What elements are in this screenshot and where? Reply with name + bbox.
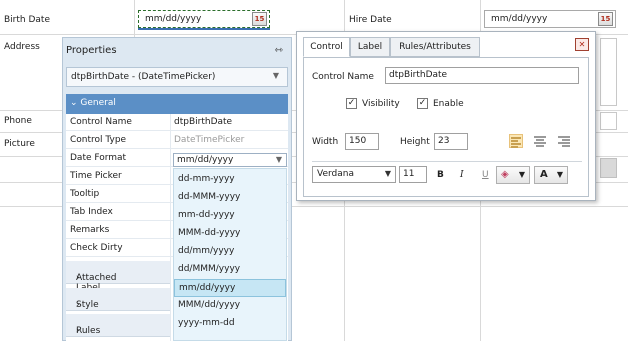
section-style[interactable]: › Style bbox=[66, 288, 170, 311]
address-label: Address bbox=[4, 42, 40, 52]
section-label: Rules bbox=[76, 326, 101, 336]
property-name: Tooltip bbox=[70, 189, 100, 199]
dropdown-option[interactable]: dd-mm-yyyy bbox=[174, 171, 286, 189]
properties-title: Properties bbox=[66, 45, 117, 56]
birth-date-value: mm/dd/yyyy bbox=[145, 14, 202, 24]
hire-date-value: mm/dd/yyyy bbox=[491, 14, 548, 24]
dropdown-option[interactable]: MMM/dd/yyyy bbox=[174, 297, 286, 315]
calendar-icon[interactable]: 15 bbox=[252, 12, 267, 26]
phone-field[interactable] bbox=[600, 112, 617, 130]
dropdown-option[interactable]: dd/MMM/yyyy bbox=[174, 261, 286, 279]
dropdown-option[interactable]: yyyy-mm-dd bbox=[174, 315, 286, 333]
width-value: 150 bbox=[349, 136, 367, 146]
birth-date-label: Birth Date bbox=[4, 15, 50, 25]
control-name-input[interactable]: dtpBirthDate bbox=[385, 67, 579, 84]
height-input[interactable]: 23 bbox=[434, 133, 468, 150]
general-group-header[interactable]: ⌄ General bbox=[66, 94, 288, 114]
chevron-down-icon: ▼ bbox=[275, 155, 282, 164]
control-settings-dialog: Control Label Rules/Attributes ✕ Control… bbox=[296, 31, 596, 201]
property-name: Time Picker bbox=[70, 171, 122, 181]
control-name-label: Control Name bbox=[312, 72, 374, 82]
section-attached-label[interactable]: › Attached Label bbox=[66, 261, 170, 293]
general-group-label: General bbox=[80, 98, 116, 108]
dropdown-option-selected[interactable]: mm/dd/yyyy bbox=[174, 279, 286, 297]
chevron-down-icon: ⌄ bbox=[70, 98, 78, 108]
bold-button[interactable]: B bbox=[437, 170, 444, 180]
birth-date-picker[interactable]: mm/dd/yyyy 15 bbox=[138, 10, 270, 28]
tab-control[interactable]: Control bbox=[303, 37, 350, 57]
property-name: Remarks bbox=[70, 225, 110, 235]
visibility-checkbox[interactable]: ✓ bbox=[346, 98, 357, 109]
hire-date-picker[interactable]: mm/dd/yyyy 15 bbox=[484, 10, 616, 28]
hire-date-label: Hire Date bbox=[349, 15, 392, 25]
control-name-value: dtpBirthDate bbox=[389, 70, 448, 80]
enable-label: Enable bbox=[433, 99, 464, 109]
tab-label[interactable]: Label bbox=[350, 37, 390, 57]
picture-label: Picture bbox=[4, 139, 35, 149]
enable-checkbox[interactable]: ✓ bbox=[417, 98, 428, 109]
fill-color-button[interactable]: ◈ ▼ bbox=[496, 166, 530, 184]
dropdown-option[interactable]: dd/mm/yyyy bbox=[174, 243, 286, 261]
section-rules[interactable]: › Rules bbox=[66, 314, 170, 337]
property-name: Check Dirty bbox=[70, 243, 123, 253]
font-color-icon: A bbox=[540, 169, 548, 180]
pin-icon[interactable]: ⇿ bbox=[275, 45, 283, 56]
property-name: Date Format bbox=[70, 153, 127, 163]
property-value: dtpBirthDate bbox=[174, 117, 233, 127]
dropdown-option[interactable]: mm-dd-yyyy bbox=[174, 207, 286, 225]
control-selector-value: dtpBirthDate - (DateTimePicker) bbox=[71, 72, 216, 82]
height-label: Height bbox=[400, 137, 430, 147]
align-right-icon[interactable] bbox=[557, 134, 571, 148]
property-name: Control Type bbox=[70, 135, 127, 145]
property-value: DateTimePicker bbox=[174, 135, 245, 145]
properties-header: Properties ⇿ bbox=[63, 38, 291, 63]
control-selector[interactable]: dtpBirthDate - (DateTimePicker) ▼ bbox=[66, 67, 288, 87]
date-format-value: mm/dd/yyyy bbox=[177, 155, 234, 165]
align-center-icon[interactable] bbox=[533, 134, 547, 148]
tab-rules-attributes[interactable]: Rules/Attributes bbox=[390, 37, 480, 57]
width-label: Width bbox=[312, 137, 339, 147]
dialog-body: Control Name dtpBirthDate ✓ Visibility ✓… bbox=[303, 57, 589, 197]
property-row[interactable]: Control Name dtpBirthDate bbox=[66, 114, 288, 131]
paint-bucket-icon: ◈ bbox=[501, 169, 509, 180]
property-name: Tab Index bbox=[70, 207, 113, 217]
font-family-value: Verdana bbox=[317, 169, 354, 179]
divider bbox=[312, 161, 582, 162]
visibility-label: Visibility bbox=[362, 99, 400, 109]
underline-button[interactable]: U bbox=[482, 170, 489, 180]
italic-button[interactable]: I bbox=[460, 170, 464, 180]
chevron-down-icon: ▼ bbox=[272, 71, 279, 80]
chevron-down-icon: ▼ bbox=[384, 169, 391, 178]
section-label: Style bbox=[76, 300, 99, 310]
dropdown-option[interactable]: MMM-dd-yyyy bbox=[174, 225, 286, 243]
height-value: 23 bbox=[438, 136, 450, 146]
width-input[interactable]: 150 bbox=[345, 133, 379, 150]
align-left-icon[interactable] bbox=[509, 134, 523, 148]
font-color-button[interactable]: A ▼ bbox=[534, 166, 568, 184]
font-size-value: 11 bbox=[403, 169, 415, 179]
property-name: Control Name bbox=[70, 117, 132, 127]
form-button[interactable] bbox=[600, 158, 617, 178]
font-family-select[interactable]: Verdana ▼ bbox=[312, 166, 396, 183]
font-size-input[interactable]: 11 bbox=[399, 166, 427, 183]
property-row[interactable]: Control Type DateTimePicker bbox=[66, 132, 288, 149]
chevron-down-icon: ▼ bbox=[556, 170, 563, 179]
date-format-dropdown: dd-mm-yyyy dd-MMM-yyyy mm-dd-yyyy MMM-dd… bbox=[173, 168, 287, 341]
date-format-select[interactable]: mm/dd/yyyy ▼ bbox=[173, 153, 287, 167]
address-field[interactable] bbox=[600, 38, 617, 106]
phone-label: Phone bbox=[4, 116, 32, 126]
dropdown-option[interactable]: dd-MMM-yyyy bbox=[174, 189, 286, 207]
chevron-down-icon: ▼ bbox=[518, 170, 525, 179]
calendar-icon[interactable]: 15 bbox=[598, 12, 613, 26]
close-icon[interactable]: ✕ bbox=[575, 38, 589, 51]
